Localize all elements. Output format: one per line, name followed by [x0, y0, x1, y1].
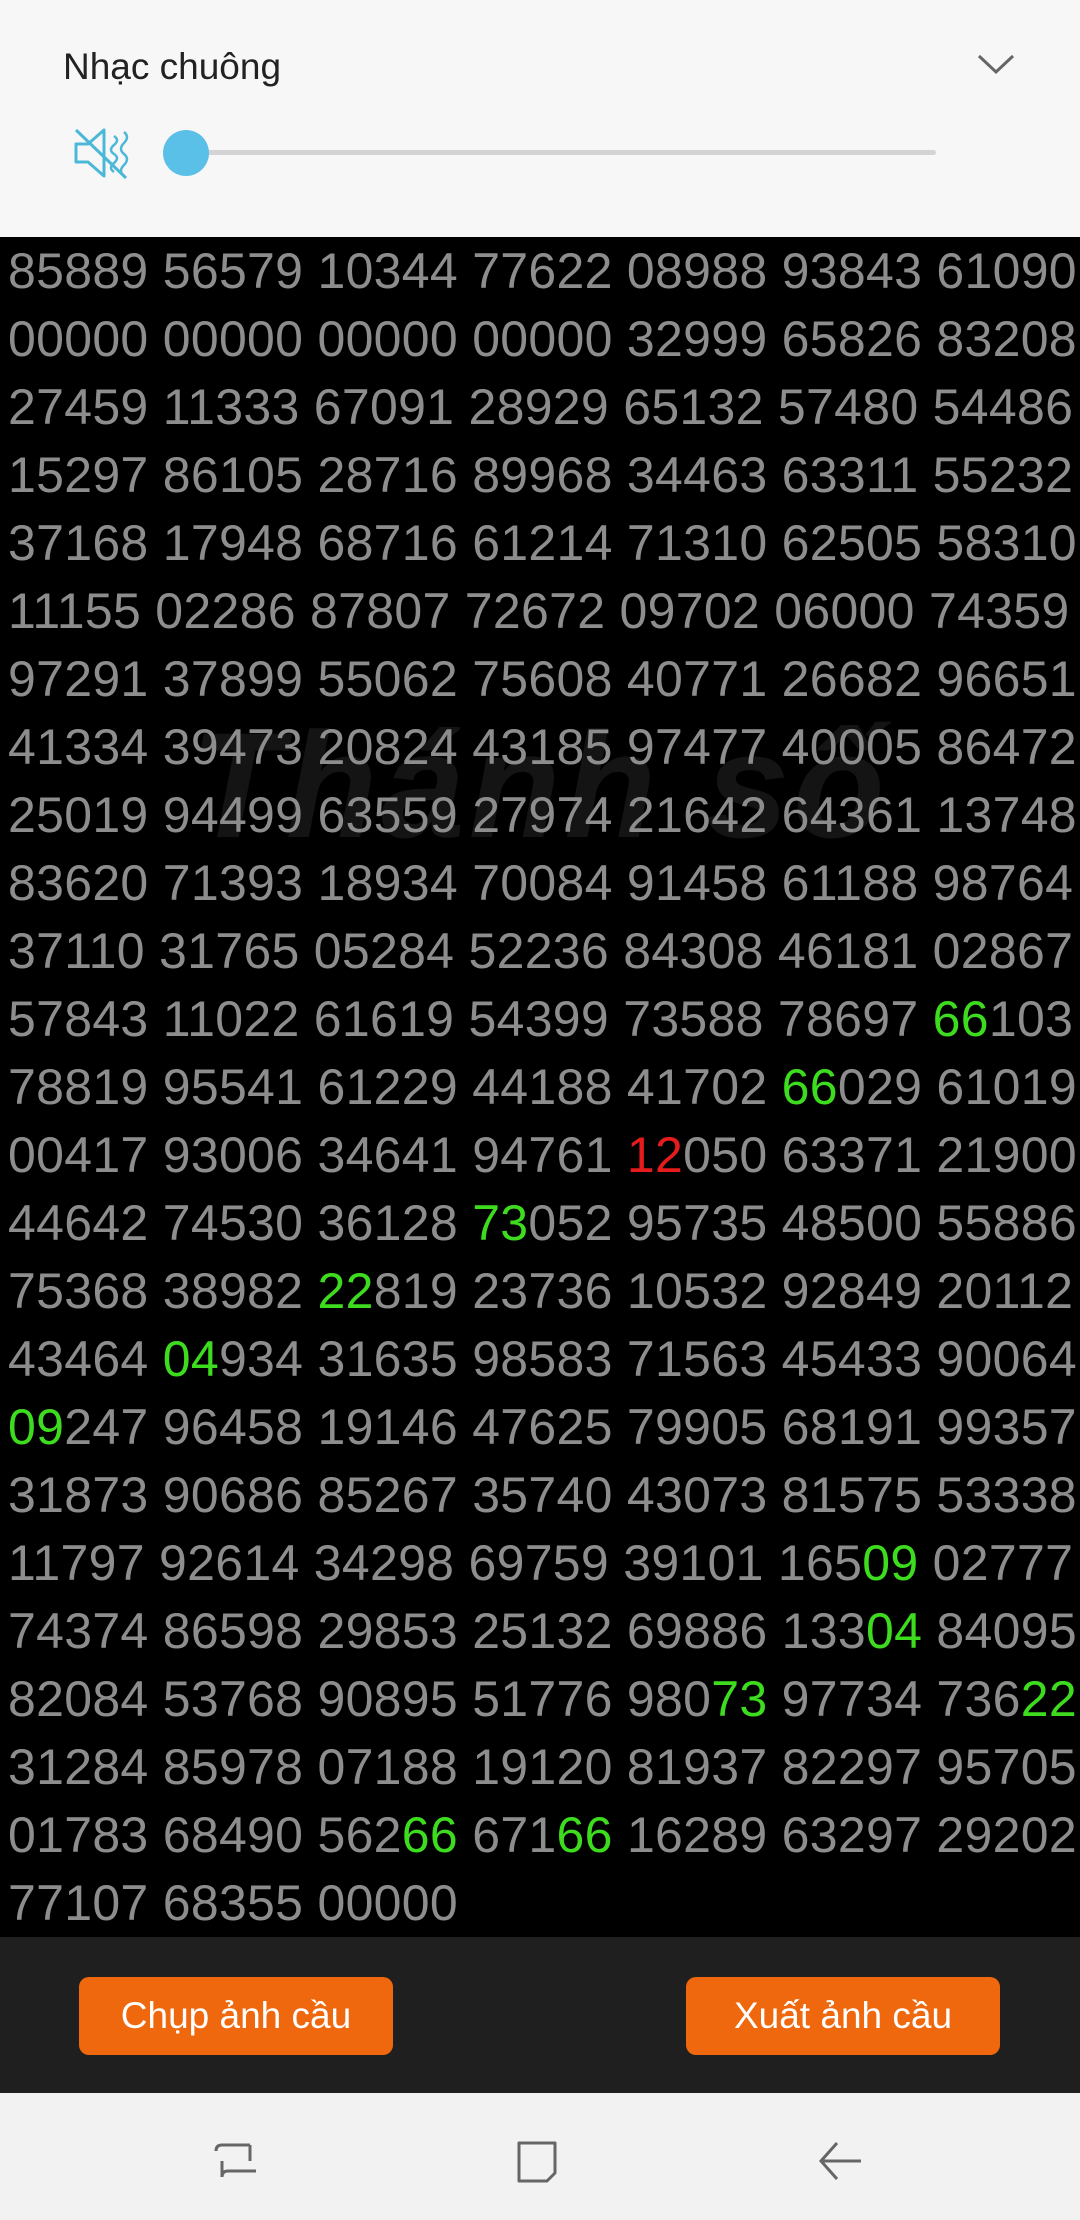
number-text: 31873 90686 85267 35740 43073 81575 5333…: [8, 1467, 1077, 1523]
number-text: 43464: [8, 1331, 163, 1387]
back-icon[interactable]: [811, 2131, 871, 2191]
number-text: 052 95735 48500 55886: [528, 1195, 1077, 1251]
export-button[interactable]: Xuất ảnh cầu: [686, 1977, 1000, 2055]
number-text: 819 23736 10532 92849 20112: [373, 1263, 1074, 1319]
number-row: 75368 38982 22819 23736 10532 92849 2011…: [8, 1257, 1077, 1325]
number-row: 25019 94499 63559 27974 21642 64361 1374…: [8, 781, 1077, 849]
number-rows: 85889 56579 10344 77622 08988 93843 6109…: [8, 237, 1077, 1937]
number-text: 11155 02286 87807 72672 09702 06000 7435…: [8, 583, 1070, 639]
volume-slider[interactable]: [186, 150, 936, 155]
number-text: 11797 92614 34298 69759 39101 165: [8, 1535, 863, 1591]
number-text: 78819 95541 61229 44188 41702: [8, 1059, 782, 1115]
number-text: 44642 74530 36128: [8, 1195, 473, 1251]
highlighted-number: 73: [472, 1195, 529, 1251]
number-text: 00417 93006 34641 94761: [8, 1127, 627, 1183]
navigation-bar: [0, 2093, 1080, 2220]
number-text: 25019 94499 63559 27974 21642 64361 1374…: [8, 787, 1077, 843]
number-row: 11155 02286 87807 72672 09702 06000 7435…: [8, 577, 1077, 645]
number-row: 44642 74530 36128 73052 95735 48500 5588…: [8, 1189, 1077, 1257]
highlighted-number: 09: [8, 1399, 65, 1455]
number-text: 16289 63297 29202: [612, 1807, 1077, 1863]
highlighted-number: 04: [162, 1331, 219, 1387]
number-row: 00417 93006 34641 94761 12050 63371 2190…: [8, 1121, 1077, 1189]
number-row: 78819 95541 61229 44188 41702 66029 6101…: [8, 1053, 1077, 1121]
volume-title: Nhạc chuông: [63, 46, 282, 87]
number-row: 83620 71393 18934 70084 91458 61188 9876…: [8, 849, 1077, 917]
number-text: 83620 71393 18934 70084 91458 61188 9876…: [8, 855, 1074, 911]
number-text: 74374 86598 29853 25132 69886 133: [8, 1603, 866, 1659]
number-row: 37168 17948 68716 61214 71310 62505 5831…: [8, 509, 1077, 577]
number-text: 97291 37899 55062 75608 40771 26682 9665…: [8, 651, 1077, 707]
number-text: 00000 00000 00000 00000 32999 65826 8320…: [8, 311, 1077, 367]
capture-button[interactable]: Chụp ảnh cầu: [79, 1977, 393, 2055]
highlighted-number: 22: [1020, 1671, 1077, 1727]
number-row: 01783 68490 56266 67166 16289 63297 2920…: [8, 1801, 1077, 1869]
number-text: 37110 31765 05284 52236 84308 46181 0286…: [8, 923, 1074, 979]
recent-apps-icon[interactable]: [206, 2131, 266, 2191]
number-text: 84095: [922, 1603, 1077, 1659]
volume-panel: Nhạc chuông: [0, 0, 1080, 237]
number-text: 15297 86105 28716 89968 34463 63311 5523…: [8, 447, 1074, 503]
highlighted-number: 73: [711, 1671, 768, 1727]
number-text: 02777: [918, 1535, 1074, 1591]
highlighted-number: 22: [317, 1263, 374, 1319]
number-row: 74374 86598 29853 25132 69886 13304 8409…: [8, 1597, 1077, 1665]
highlighted-number: 04: [865, 1603, 923, 1659]
number-row: 82084 53768 90895 51776 98073 97734 7362…: [8, 1665, 1077, 1733]
number-row: 11797 92614 34298 69759 39101 16509 0277…: [8, 1529, 1077, 1597]
number-row: 31873 90686 85267 35740 43073 81575 5333…: [8, 1461, 1077, 1529]
home-icon[interactable]: [507, 2131, 567, 2191]
number-text: 57843 11022 61619 54399 73588 78697: [8, 991, 933, 1047]
number-text: 37168 17948 68716 61214 71310 62505 5831…: [8, 515, 1077, 571]
volume-slider-thumb[interactable]: [163, 130, 209, 176]
highlighted-number: 66: [556, 1807, 613, 1863]
number-text: 103: [988, 991, 1074, 1047]
number-text: 050 63371 21900: [683, 1127, 1077, 1183]
number-text: 31284 85978 07188 19120 81937 82297 9570…: [8, 1739, 1077, 1795]
number-row: 31284 85978 07188 19120 81937 82297 9570…: [8, 1733, 1077, 1801]
number-row: 43464 04934 31635 98583 71563 45433 9006…: [8, 1325, 1077, 1393]
number-row: 77107 68355 00000: [8, 1869, 1077, 1937]
number-text: 671: [458, 1807, 557, 1863]
number-row: 37110 31765 05284 52236 84308 46181 0286…: [8, 917, 1077, 985]
highlighted-number: 66: [401, 1807, 459, 1863]
number-grid: Thánh số 85889 56579 10344 77622 08988 9…: [0, 237, 1080, 1937]
number-row: 27459 11333 67091 28929 65132 57480 5448…: [8, 373, 1077, 441]
number-text: 01783 68490 562: [8, 1807, 402, 1863]
number-row: 09247 96458 19146 47625 79905 68191 9935…: [8, 1393, 1077, 1461]
highlighted-number: 66: [932, 991, 989, 1047]
number-row: 97291 37899 55062 75608 40771 26682 9665…: [8, 645, 1077, 713]
number-row: 41334 39473 20824 43185 97477 40005 8647…: [8, 713, 1077, 781]
number-text: 77107 68355 00000: [8, 1875, 458, 1931]
number-text: 27459 11333 67091 28929 65132 57480 5448…: [8, 379, 1074, 435]
action-bar: Chụp ảnh cầu Xuất ảnh cầu: [0, 1937, 1080, 2093]
number-row: 15297 86105 28716 89968 34463 63311 5523…: [8, 441, 1077, 509]
highlighted-number: 09: [862, 1535, 919, 1591]
number-row: 00000 00000 00000 00000 32999 65826 8320…: [8, 305, 1077, 373]
number-text: 029 61019: [837, 1059, 1077, 1115]
number-row: 57843 11022 61619 54399 73588 78697 6610…: [8, 985, 1077, 1053]
number-text: 75368 38982: [8, 1263, 318, 1319]
number-text: 82084 53768 90895 51776 980: [8, 1671, 712, 1727]
number-row: 85889 56579 10344 77622 08988 93843 6109…: [8, 237, 1077, 305]
highlighted-number: 66: [781, 1059, 838, 1115]
number-text: 85889 56579 10344 77622 08988 93843 6109…: [8, 243, 1077, 299]
highlighted-number: 12: [626, 1127, 684, 1183]
number-text: 934 31635 98583 71563 45433 90064: [218, 1331, 1077, 1387]
number-text: 247 96458 19146 47625 79905 68191 99357: [64, 1399, 1077, 1455]
number-text: 97734 736: [767, 1671, 1021, 1727]
speaker-mute-icon[interactable]: [70, 122, 136, 184]
chevron-down-icon[interactable]: [975, 50, 1017, 78]
number-text: 41334 39473 20824 43185 97477 40005 8647…: [8, 719, 1077, 775]
